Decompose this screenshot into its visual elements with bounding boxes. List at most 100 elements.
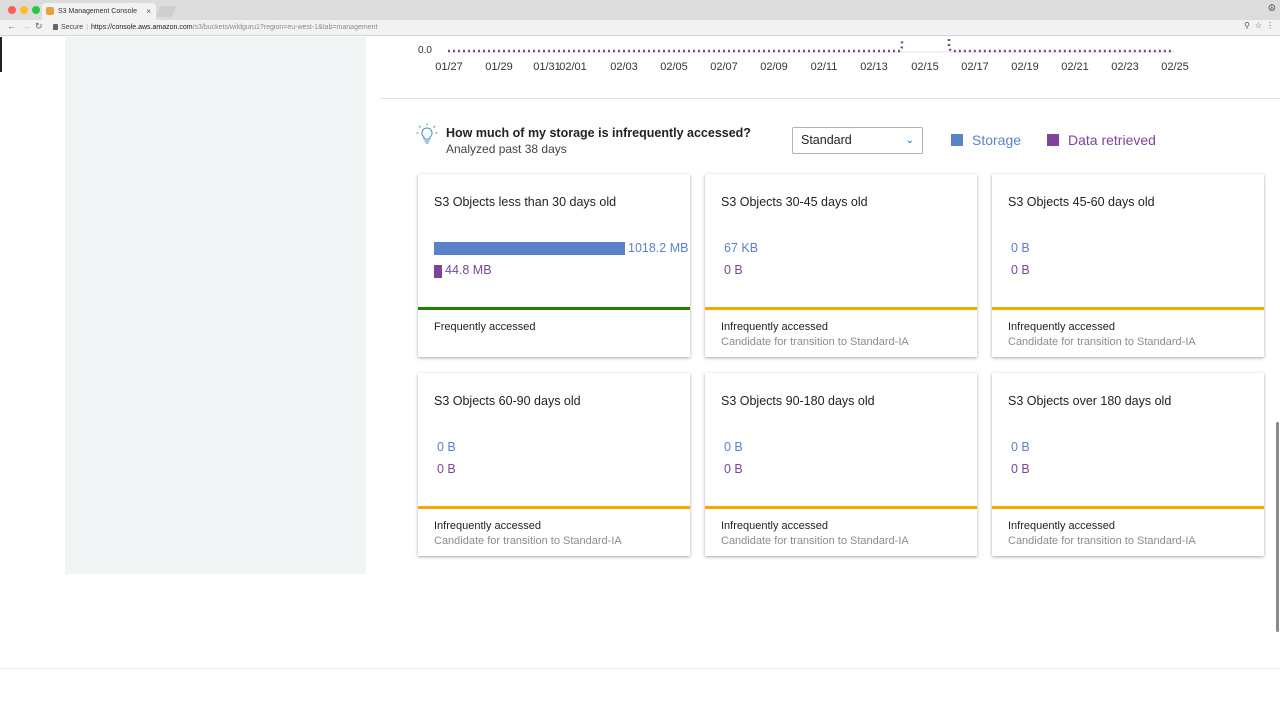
chart-xtick-label: 02/21: [1061, 61, 1089, 73]
storage-value: 67 KB: [724, 241, 759, 255]
storage-value: 0 B: [724, 440, 743, 454]
storage-age-card: S3 Objects 45-60 days old 0 B 0 B Infrequen…: [992, 174, 1264, 357]
chart-xtick-label: 02/05: [660, 61, 688, 73]
forward-arrow-icon[interactable]: →: [22, 21, 31, 31]
access-status: Infrequently accessed: [721, 321, 829, 333]
storage-class-select[interactable]: Standard ⌄: [792, 127, 923, 154]
access-status-rule: [992, 307, 1264, 310]
secure-label: Secure: [61, 24, 84, 31]
transition-note: Candidate for transition to Standard-IA: [434, 535, 622, 547]
access-status: Infrequently accessed: [434, 520, 542, 532]
chart-xtick-label: 02/19: [1011, 61, 1039, 73]
zoom-icon[interactable]: ⚲: [1244, 21, 1250, 30]
close-window-button[interactable]: [8, 6, 16, 14]
page-content: 0.0 01/27 01/29 01/31 02/01 02/03 02/05 02/07 0…: [0, 37, 1280, 669]
access-status: Frequently accessed: [434, 321, 536, 333]
legend-storage-label: Storage: [972, 132, 1022, 148]
storage-age-card: S3 Objects less than 30 days old 1018.2 M…: [418, 174, 690, 357]
browser-tab[interactable]: S3 Management Console ×: [42, 3, 156, 20]
chart-xtick-label: 02/07: [710, 61, 738, 73]
storage-value: 0 B: [437, 440, 456, 454]
card-title: S3 Objects less than 30 days old: [434, 195, 617, 209]
chart-xtick-label: 02/25: [1161, 61, 1189, 73]
profile-icon[interactable]: ☮: [1268, 3, 1276, 14]
storage-value: 0 B: [1011, 241, 1030, 255]
transition-note: Candidate for transition to Standard-IA: [1008, 535, 1196, 547]
chart-ytick-label: 0.0: [418, 45, 432, 56]
lock-icon: [53, 24, 58, 30]
card-title: S3 Objects over 180 days old: [1008, 394, 1172, 408]
chart-xtick-label: 02/03: [610, 61, 638, 73]
storage-age-card: S3 Objects 90-180 days old 0 B 0 B Infreque…: [705, 373, 977, 556]
chart-xtick-label: 02/23: [1111, 61, 1139, 73]
storage-chart: [448, 39, 1174, 53]
analysis-period: Analyzed past 38 days: [446, 142, 567, 156]
minimize-window-button[interactable]: [20, 6, 28, 14]
access-status-rule: [705, 506, 977, 509]
reload-icon[interactable]: ↻: [35, 21, 43, 32]
data-retrieved-value: 44.8 MB: [445, 263, 492, 277]
access-status: Infrequently accessed: [1008, 321, 1116, 333]
page-bottom-divider: [0, 668, 1280, 669]
access-status-rule: [418, 307, 690, 310]
chart-xtick-label: 02/15: [911, 61, 939, 73]
storage-value: 0 B: [1011, 440, 1030, 454]
access-status: Infrequently accessed: [721, 520, 829, 532]
maximize-window-button[interactable]: [32, 6, 40, 14]
storage-bar: [434, 242, 625, 255]
section-divider: [380, 98, 1280, 99]
lightbulb-icon: [416, 123, 438, 144]
url-path: /s3/buckets/wildguru1?region=eu-west-1&t…: [192, 24, 378, 31]
chart-xtick-label: 02/17: [961, 61, 989, 73]
chart-xtick-label: 02/13: [860, 61, 888, 73]
transition-note: Candidate for transition to Standard-IA: [721, 535, 909, 547]
data-retrieved-value: 0 B: [724, 263, 743, 277]
tab-title: S3 Management Console: [58, 8, 137, 15]
data-retrieved-value: 0 B: [724, 462, 743, 476]
access-status-rule: [992, 506, 1264, 509]
tab-close-icon[interactable]: ×: [146, 3, 151, 20]
address-bar: ← → ↻ Secure | https://console.aws.amazon.…: [0, 20, 1280, 36]
url-separator: |: [86, 24, 89, 31]
access-status-rule: [418, 506, 690, 509]
chart-xtick-label: 02/09: [760, 61, 788, 73]
card-title: S3 Objects 45-60 days old: [1008, 195, 1155, 209]
legend-retrieved-label: Data retrieved: [1068, 132, 1156, 148]
data-retrieved-value: 0 B: [1011, 462, 1030, 476]
bookmark-star-icon[interactable]: ☆: [1255, 21, 1262, 30]
chart-xtick-label: 02/01: [559, 61, 587, 73]
new-tab-button[interactable]: [155, 6, 177, 17]
data-retrieved-value: 0 B: [1011, 263, 1030, 277]
card-title: S3 Objects 30-45 days old: [721, 195, 868, 209]
chart-xtick-label: 01/31: [533, 61, 561, 73]
browser-menu-icon[interactable]: ⋮: [1266, 21, 1274, 30]
left-edge: [0, 37, 2, 72]
chart-xtick-label: 01/29: [485, 61, 513, 73]
chevron-down-icon: ⌄: [905, 135, 914, 146]
card-title: S3 Objects 60-90 days old: [434, 394, 581, 408]
data-retrieved-value: 0 B: [437, 462, 456, 476]
data-retrieved-series-line: [448, 39, 1174, 53]
chart-xtick-label: 02/11: [810, 61, 838, 73]
data-retrieved-bar: [434, 265, 442, 278]
aws-favicon-icon: [46, 7, 54, 15]
chart-xtick-label: 01/27: [435, 61, 463, 73]
url-host: https://console.aws.amazon.com: [91, 24, 193, 31]
storage-age-card: S3 Objects 60-90 days old 0 B 0 B Infrequen…: [418, 373, 690, 556]
vertical-scrollbar[interactable]: [1276, 422, 1279, 632]
storage-value: 1018.2 MB: [628, 241, 689, 255]
url-field[interactable]: Secure | https://console.aws.amazon.com/s3…: [49, 22, 1229, 34]
browser-titlebar: S3 Management Console × ☮: [0, 0, 1280, 20]
transition-note: Candidate for transition to Standard-IA: [1008, 336, 1196, 348]
access-status: Infrequently accessed: [1008, 520, 1116, 532]
legend-retrieved-swatch: [1047, 134, 1059, 146]
transition-note: Candidate for transition to Standard-IA: [721, 336, 909, 348]
analysis-question: How much of my storage is infrequently a…: [446, 126, 751, 140]
access-status-rule: [705, 307, 977, 310]
left-panel: [65, 37, 366, 574]
storage-age-card: S3 Objects over 180 days old 0 B 0 B Infreq…: [992, 373, 1264, 556]
card-title: S3 Objects 90-180 days old: [721, 394, 875, 408]
legend-storage-swatch: [951, 134, 963, 146]
storage-class-value: Standard: [801, 133, 852, 147]
back-arrow-icon[interactable]: ←: [7, 21, 16, 31]
